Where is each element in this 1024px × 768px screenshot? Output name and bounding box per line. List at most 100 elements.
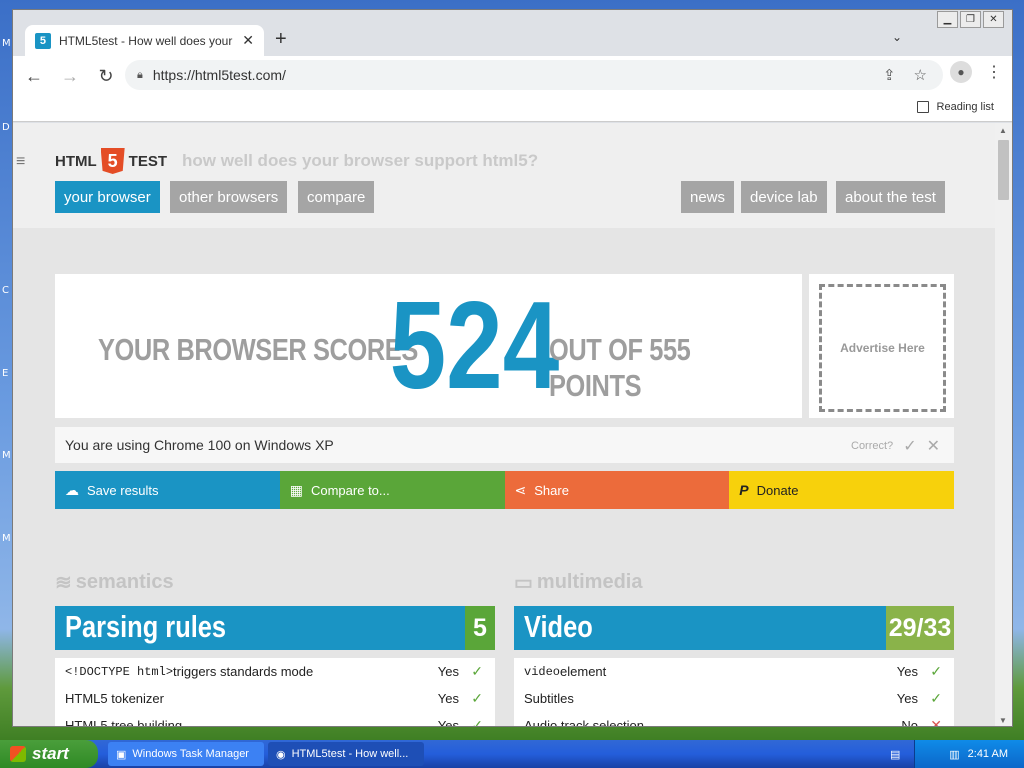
system-tray: ▥ 2:41 AM: [914, 740, 1024, 768]
hamburger-menu-icon[interactable]: ≡: [16, 153, 25, 171]
new-tab-button[interactable]: +: [275, 28, 287, 51]
confirm-check-icon[interactable]: ✓: [903, 436, 916, 456]
site-logo[interactable]: HTML 5 TEST: [55, 148, 167, 174]
section-semantics: ≋ semantics: [55, 570, 174, 595]
chrome-icon: ◉: [276, 748, 286, 761]
keyboard-tray-icon[interactable]: ▤: [882, 742, 902, 766]
minimize-button[interactable]: ▁: [937, 11, 958, 28]
score-box: YOUR BROWSER SCORES 524 OUT OF 555 POINT…: [55, 274, 802, 418]
advertisement-box[interactable]: Advertise Here: [809, 274, 954, 418]
video-header[interactable]: Video 29/33: [514, 606, 954, 650]
check-icon: ✓: [930, 663, 942, 679]
nav-compare[interactable]: compare: [298, 181, 375, 213]
nav-about-the-test[interactable]: about the test: [836, 181, 945, 213]
video-title: Video: [524, 609, 593, 644]
test-result: Yes: [437, 718, 459, 727]
scroll-down-arrow-icon[interactable]: ▼: [999, 716, 1007, 725]
browser-detection-text: You are using Chrome 100 on Windows XP: [65, 437, 334, 453]
reload-icon[interactable]: ↻: [91, 61, 121, 91]
menu-kebab-icon[interactable]: ⋮: [986, 62, 1002, 82]
reject-cross-icon[interactable]: ✕: [927, 436, 940, 456]
layers-icon: ≋: [55, 572, 72, 594]
check-icon: ✓: [471, 690, 483, 706]
test-result: Yes: [896, 691, 918, 706]
scroll-up-arrow-icon[interactable]: ▲: [999, 126, 1007, 135]
correct-prompt: Correct? ✓ ✕: [851, 436, 940, 456]
check-icon: ✓: [471, 717, 483, 727]
test-label: HTML5 tree building: [65, 718, 183, 727]
taskbar-item-task-manager[interactable]: ▣ Windows Task Manager: [108, 742, 264, 766]
tab-search-chevron-icon[interactable]: ⌄: [892, 30, 902, 44]
score-value: 524: [389, 277, 560, 415]
clock[interactable]: 2:41 AM: [968, 748, 1008, 760]
start-label: start: [32, 744, 69, 763]
section-multimedia: ▭ multimedia: [514, 570, 642, 595]
paypal-icon: P: [739, 482, 749, 498]
reading-list-icon: [916, 101, 929, 113]
profile-avatar-icon[interactable]: ●: [950, 61, 972, 83]
desktop-icon-label: C: [2, 285, 9, 296]
parsing-rules-header[interactable]: Parsing rules 5: [55, 606, 495, 650]
tab-strip: 5 HTML5test - How well does your br ✕ + …: [13, 10, 1012, 56]
site-header: ≡ HTML 5 TEST how well does your browser…: [13, 123, 996, 228]
test-result: Yes: [437, 664, 459, 679]
parsing-rules-score: 5: [465, 606, 495, 650]
section-semantics-label: semantics: [75, 571, 174, 593]
browser-tab[interactable]: 5 HTML5test - How well does your br ✕: [25, 25, 264, 56]
compare-to-button[interactable]: ▦ Compare to...: [279, 471, 505, 509]
desktop-icon-label: D: [2, 122, 10, 133]
share-label: Share: [534, 482, 569, 498]
save-results-label: Save results: [87, 482, 159, 498]
close-tab-icon[interactable]: ✕: [242, 32, 254, 49]
share-icon[interactable]: ⇪: [883, 66, 896, 84]
task-manager-icon: ▣: [116, 748, 127, 761]
browser-window: 5 HTML5test - How well does your br ✕ + …: [12, 9, 1013, 727]
desktop-icon-label: M: [2, 38, 11, 49]
back-arrow-icon[interactable]: ←: [19, 61, 49, 91]
test-row: video element Yes ✓: [514, 658, 954, 685]
url-text: https://html5test.com/: [152, 67, 286, 83]
parsing-rules-title: Parsing rules: [65, 609, 227, 644]
test-row: HTML5 tree building Yes ✓: [55, 712, 495, 727]
nav-your-browser[interactable]: your browser: [55, 181, 160, 213]
windows-flag-icon: [10, 746, 26, 762]
start-button[interactable]: start: [0, 740, 98, 768]
test-code: video: [524, 664, 561, 679]
lock-icon[interactable]: 🔒︎: [137, 69, 143, 82]
close-window-button[interactable]: ✕: [983, 11, 1004, 28]
maximize-button[interactable]: ❐: [960, 11, 981, 28]
test-row: Audio track selection No ✕: [514, 712, 954, 727]
scrollbar-thumb[interactable]: [998, 140, 1009, 200]
test-label: Subtitles: [524, 691, 574, 706]
advertise-here: Advertise Here: [819, 284, 946, 412]
nav-device-lab[interactable]: device lab: [741, 181, 827, 213]
page-scrollbar[interactable]: ▲ ▼: [995, 123, 1012, 726]
compare-to-label: Compare to...: [310, 482, 390, 498]
desktop-icon-label: M: [2, 533, 11, 544]
save-results-button[interactable]: ☁ Save results: [55, 471, 280, 509]
test-label: triggers standards mode: [173, 664, 314, 679]
desktop-icon-label: M: [2, 450, 11, 461]
section-multimedia-label: multimedia: [536, 571, 643, 593]
test-result: Yes: [437, 691, 459, 706]
taskbar-item-chrome[interactable]: ◉ HTML5test - How well...: [268, 742, 424, 766]
forward-arrow-icon[interactable]: →: [55, 61, 85, 91]
share-button[interactable]: ⋖ Share: [504, 471, 730, 509]
film-icon: ▭: [514, 572, 533, 594]
donate-label: Donate: [756, 482, 799, 498]
network-icon[interactable]: ▥: [949, 748, 959, 761]
reading-list-button[interactable]: Reading list: [916, 101, 994, 113]
test-row: Subtitles Yes ✓: [514, 685, 954, 712]
grid-icon: ▦: [289, 481, 303, 498]
desktop-icon-label: E: [2, 368, 9, 379]
logo-html: HTML: [55, 152, 97, 170]
address-bar[interactable]: 🔒︎ https://html5test.com/ ⇪ ☆: [125, 60, 943, 90]
bookmark-star-icon[interactable]: ☆: [914, 66, 927, 84]
donate-button[interactable]: P Donate: [729, 471, 954, 509]
window-controls: ▁ ❐ ✕: [937, 11, 1004, 28]
toolbar-right: ● ⋮: [950, 61, 1002, 83]
cross-icon: ✕: [930, 717, 942, 727]
nav-news[interactable]: news: [681, 181, 735, 213]
page-viewport: ≡ HTML 5 TEST how well does your browser…: [13, 123, 996, 727]
nav-other-browsers[interactable]: other browsers: [170, 181, 288, 213]
